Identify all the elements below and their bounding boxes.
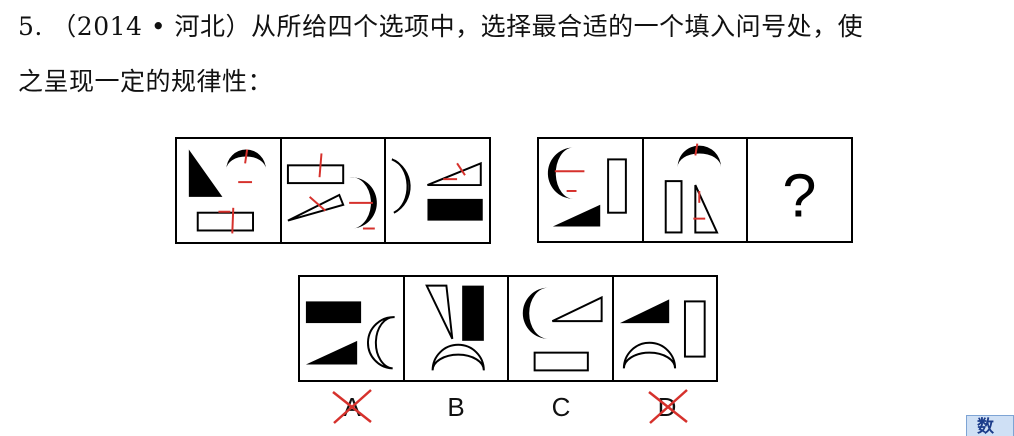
option-label-b[interactable]: B — [436, 392, 476, 423]
figure-5 — [641, 139, 747, 241]
option-b-figure[interactable] — [402, 277, 508, 380]
option-a-drawing — [305, 301, 395, 370]
option-d-cross-mark — [648, 389, 688, 424]
figure-4-drawing — [547, 147, 627, 227]
option-d-figure[interactable] — [611, 277, 717, 380]
figure-1 — [177, 139, 280, 242]
question-mark-drawing: ? — [783, 162, 817, 230]
corner-badge[interactable]: 数 — [966, 415, 1014, 436]
question-mark-cell: ? — [746, 139, 851, 241]
figure-2 — [279, 139, 385, 242]
figure-3-drawing — [391, 158, 484, 221]
options-panel — [298, 275, 718, 382]
figure-4 — [539, 139, 642, 241]
option-b-drawing — [424, 284, 485, 371]
option-c-drawing — [522, 287, 603, 372]
option-a-figure[interactable] — [300, 277, 403, 380]
figure-2-drawing — [286, 153, 377, 230]
figure-3 — [384, 139, 489, 242]
option-d-drawing — [619, 299, 706, 369]
option-c-figure[interactable] — [507, 277, 612, 380]
question-mark: ? — [783, 162, 817, 230]
figure-1-drawing — [188, 149, 266, 234]
question-text-line-1: 5. （2014 • 河北）从所给四个选项中，选择最合适的一个填入问号处，使 — [18, 12, 864, 41]
sequence-panel-1 — [175, 137, 491, 244]
figure-5-drawing — [664, 143, 721, 234]
option-a-cross-mark — [332, 389, 372, 424]
question-text-line-2: 之呈现一定的规律性： — [18, 67, 274, 96]
option-label-c[interactable]: C — [541, 392, 581, 423]
sequence-panel-2: ? — [537, 137, 853, 243]
